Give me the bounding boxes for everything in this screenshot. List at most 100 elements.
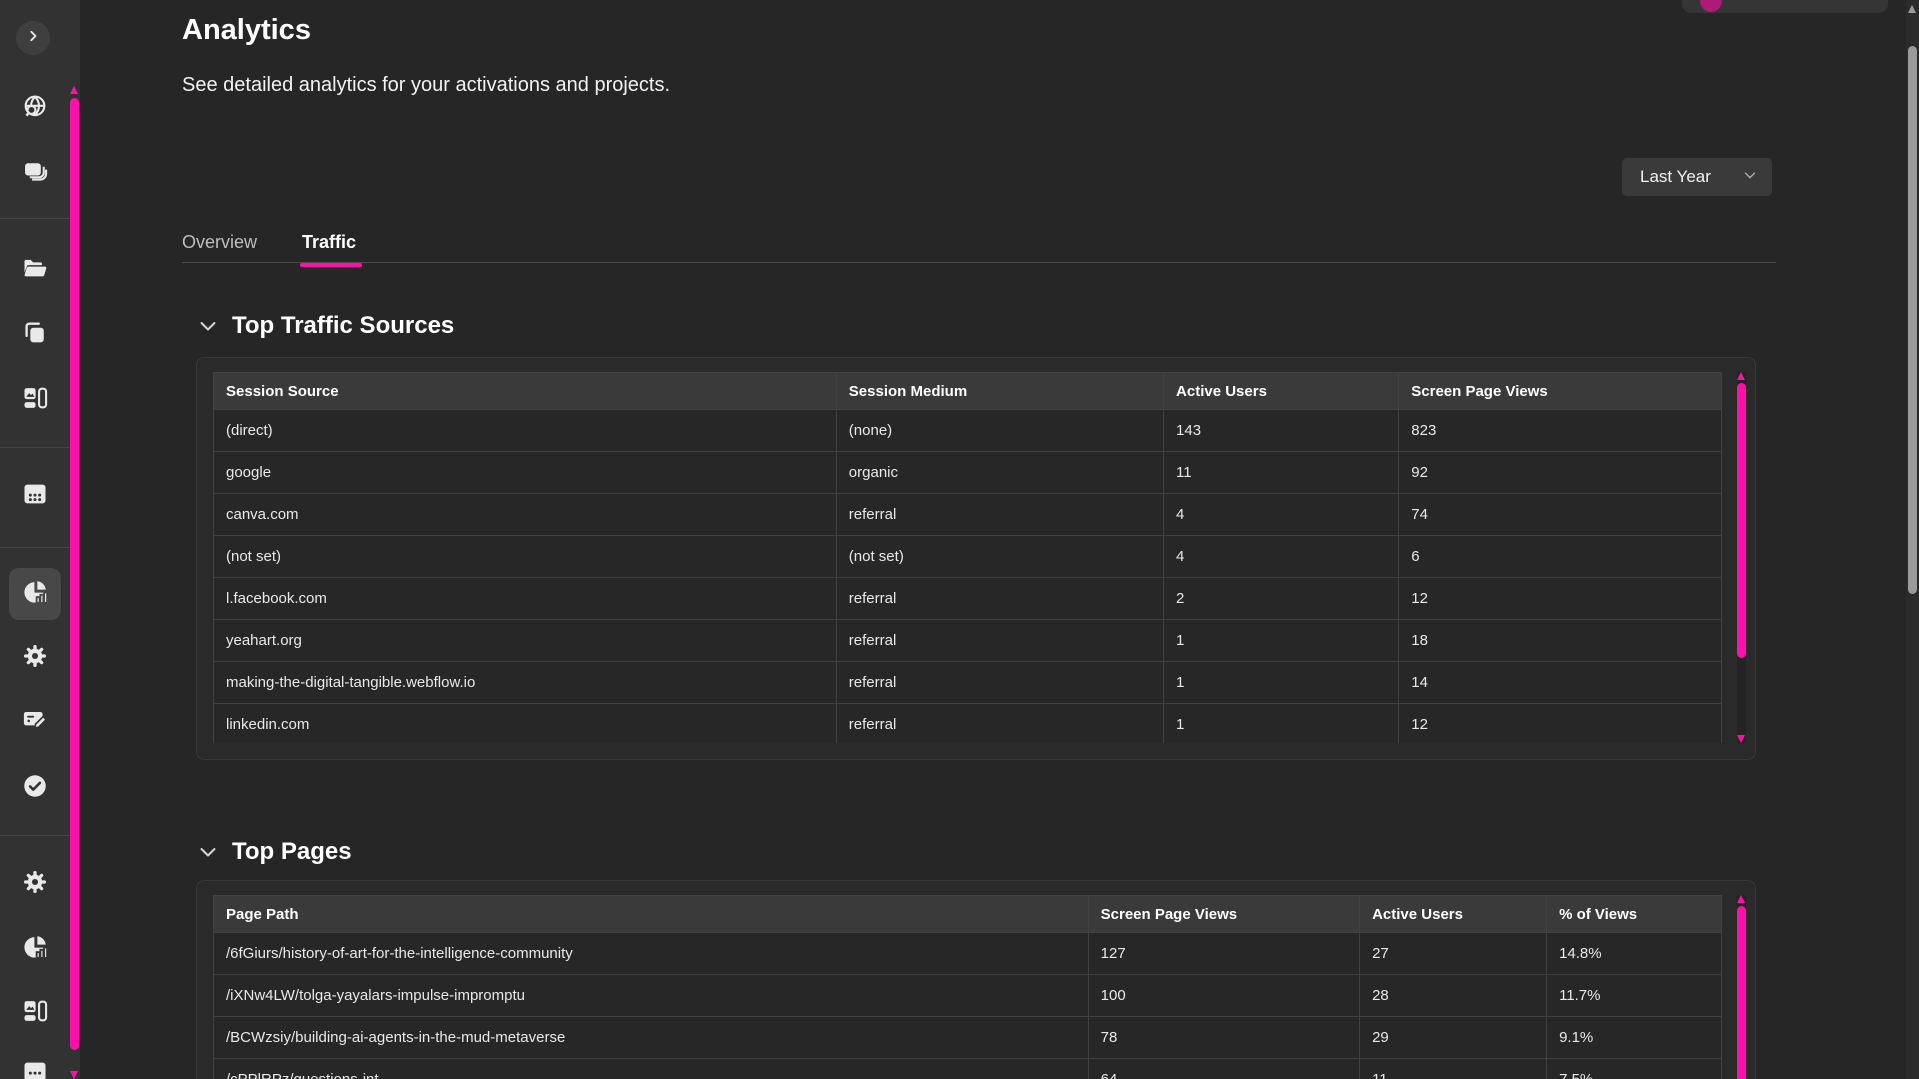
tabs-divider xyxy=(182,262,1776,263)
chevron-right-icon xyxy=(23,26,43,51)
table-cell: 4 xyxy=(1164,494,1399,536)
table-cell: referral xyxy=(836,578,1163,620)
sidebar-item-activations[interactable] xyxy=(21,160,49,188)
check-circle-icon xyxy=(21,772,49,805)
card-edit-icon xyxy=(21,705,49,738)
sidebar-item-projects[interactable] xyxy=(21,256,49,284)
sidebar-item-media[interactable] xyxy=(21,386,49,414)
table-cell: 1 xyxy=(1164,620,1399,662)
traffic-sources-table: Session SourceSession MediumActive Users… xyxy=(213,372,1722,743)
sidebar-item-reports[interactable] xyxy=(21,935,49,963)
table-cell: 1 xyxy=(1164,662,1399,704)
table-scrollbar-thumb[interactable] xyxy=(1737,383,1746,658)
table-row: (not set)(not set)46 xyxy=(214,536,1722,578)
sidebar-expand-button[interactable] xyxy=(16,21,50,55)
page-title: Analytics xyxy=(182,14,311,47)
scroll-up-arrow-icon[interactable] xyxy=(70,86,78,94)
avatar[interactable] xyxy=(1700,0,1722,12)
scroll-down-arrow-icon[interactable] xyxy=(1737,735,1745,743)
sidebar-item-analytics[interactable] xyxy=(21,580,49,608)
table-icon xyxy=(21,480,49,513)
table-cell: 14 xyxy=(1399,662,1722,704)
table-cell: (not set) xyxy=(214,536,837,578)
table-row: googleorganic1192 xyxy=(214,452,1722,494)
sidebar-item-data-table[interactable] xyxy=(21,482,49,510)
sidebar-scrollbar[interactable] xyxy=(70,84,79,1079)
sidebar-divider xyxy=(0,547,70,548)
table-cell: l.facebook.com xyxy=(214,578,837,620)
copy-icon xyxy=(21,319,49,352)
table-cell: 12 xyxy=(1399,578,1722,620)
table-cell: (direct) xyxy=(214,410,837,452)
page-scrollbar[interactable] xyxy=(1906,0,1919,1079)
date-range-value: Last Year xyxy=(1640,167,1711,187)
table-cell: 29 xyxy=(1360,1017,1547,1059)
table-cell: referral xyxy=(836,494,1163,536)
collapse-chevron-icon[interactable] xyxy=(196,840,220,864)
table-cell: 127 xyxy=(1088,933,1359,975)
sidebar-item-media-library[interactable] xyxy=(21,999,49,1027)
scroll-up-arrow-icon[interactable] xyxy=(1737,372,1745,380)
scroll-up-arrow-icon[interactable] xyxy=(1737,895,1745,903)
sidebar-item-approvals[interactable] xyxy=(21,774,49,802)
table-cell: 27 xyxy=(1360,933,1547,975)
table-row: /BCWzsiy/building-ai-agents-in-the-mud-m… xyxy=(214,1017,1722,1059)
table-cell: (not set) xyxy=(836,536,1163,578)
table-row: making-the-digital-tangible.webflow.iore… xyxy=(214,662,1722,704)
sidebar-scrollbar-thumb[interactable] xyxy=(70,98,79,1050)
table-cell: 11 xyxy=(1360,1059,1547,1079)
table-row: (direct)(none)143823 xyxy=(214,410,1722,452)
table-cell: 4 xyxy=(1164,536,1399,578)
table-cell: /iXNw4LW/tolga-yayalars-impulse-imprompt… xyxy=(214,975,1089,1017)
media-layout-icon xyxy=(21,384,49,417)
column-header: Active Users xyxy=(1164,373,1399,410)
sidebar-divider xyxy=(0,447,70,448)
gear-icon xyxy=(21,642,49,675)
profile-pill[interactable] xyxy=(1682,0,1888,13)
sidebar-divider xyxy=(0,218,70,219)
table-cell: 12 xyxy=(1399,704,1722,744)
top-pages-table: Page PathScreen Page ViewsActive Users% … xyxy=(213,895,1722,1079)
page-subtitle: See detailed analytics for your activati… xyxy=(182,74,670,97)
sidebar-item-admin-settings[interactable] xyxy=(21,870,49,898)
date-range-dropdown[interactable]: Last Year xyxy=(1622,158,1772,196)
table-cell: referral xyxy=(836,620,1163,662)
sidebar-item-templates[interactable] xyxy=(21,321,49,349)
table-cell: organic xyxy=(836,452,1163,494)
table-cell: 1 xyxy=(1164,704,1399,744)
sidebar-divider xyxy=(0,835,70,836)
table-scrollbar[interactable] xyxy=(1737,372,1746,743)
table-cell: referral xyxy=(836,704,1163,744)
folder-open-icon xyxy=(21,254,49,287)
sidebar-item-data-table-2[interactable] xyxy=(21,1060,49,1079)
analytics-pie-icon xyxy=(21,578,49,611)
column-header: Page Path xyxy=(214,896,1089,933)
collapse-chevron-icon[interactable] xyxy=(196,314,220,338)
table-cell: 18 xyxy=(1399,620,1722,662)
table-cell: 7.5% xyxy=(1547,1059,1722,1079)
sidebar-item-forms[interactable] xyxy=(21,707,49,735)
table-row: l.facebook.comreferral212 xyxy=(214,578,1722,620)
sidebar-item-explore[interactable] xyxy=(21,95,49,123)
table-scrollbar-thumb[interactable] xyxy=(1737,906,1746,1079)
column-header: Screen Page Views xyxy=(1399,373,1722,410)
sidebar xyxy=(0,0,80,1079)
table-cell: referral xyxy=(836,662,1163,704)
scroll-up-arrow-icon[interactable] xyxy=(1908,5,1916,13)
table-cell: yeahart.org xyxy=(214,620,837,662)
table-row: yeahart.orgreferral118 xyxy=(214,620,1722,662)
table-icon xyxy=(21,1058,49,1079)
page-scrollbar-thumb[interactable] xyxy=(1908,46,1917,594)
table-cell: 64 xyxy=(1088,1059,1359,1079)
sidebar-item-settings[interactable] xyxy=(21,644,49,672)
column-header: Session Source xyxy=(214,373,837,410)
tab-overview-label: Overview xyxy=(182,232,257,252)
traffic-sources-table-wrap: Session SourceSession MediumActive Users… xyxy=(213,372,1722,743)
table-cell: 2 xyxy=(1164,578,1399,620)
table-cell: /6fGiurs/history-of-art-for-the-intellig… xyxy=(214,933,1089,975)
traffic-sources-card: Session SourceSession MediumActive Users… xyxy=(196,357,1756,760)
table-scrollbar[interactable] xyxy=(1737,895,1746,1079)
table-cell: linkedin.com xyxy=(214,704,837,744)
scroll-down-arrow-icon[interactable] xyxy=(70,1071,78,1079)
table-row: /6fGiurs/history-of-art-for-the-intellig… xyxy=(214,933,1722,975)
